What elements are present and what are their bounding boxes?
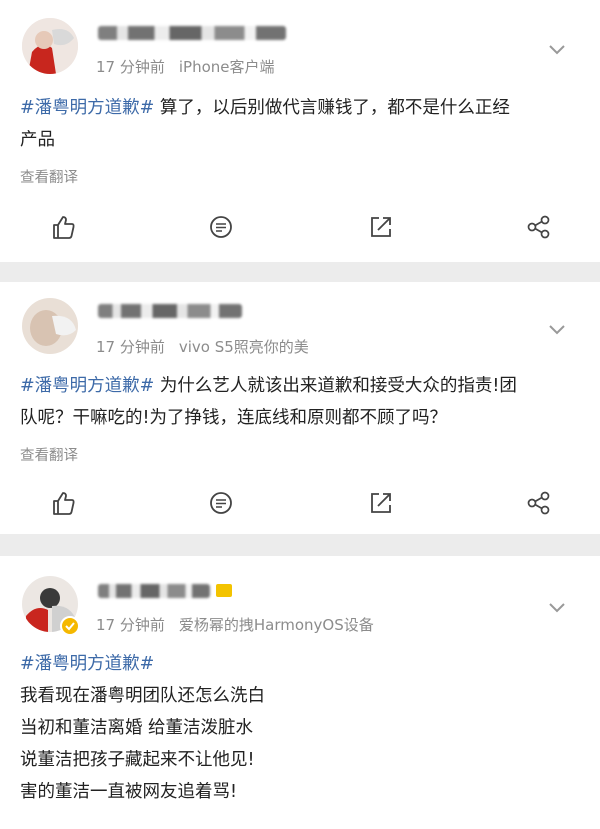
username-redacted bbox=[98, 304, 242, 318]
username-redacted bbox=[98, 26, 286, 40]
post-source: 爱杨幂的拽HarmonyOS设备 bbox=[178, 616, 374, 634]
comment-icon[interactable] bbox=[206, 212, 236, 242]
post-line: 产品 bbox=[20, 130, 55, 150]
hashtag-link[interactable]: #潘粤明方道歉# bbox=[20, 98, 154, 118]
post-text: #潘粤明方道歉# 我看现在潘粤明团队还怎么洗白 当初和董洁离婚 给董洁泼脏水 说… bbox=[20, 648, 576, 808]
post-time: 17 分钟前 bbox=[96, 338, 165, 356]
translate-link[interactable]: 查看翻译 bbox=[20, 444, 78, 465]
comment-icon[interactable] bbox=[206, 488, 236, 518]
post-text: #潘粤明方道歉# 为什么艺人就该出来道歉和接受大众的指责!团 队呢？干嘛吃的!为… bbox=[20, 370, 576, 434]
post-card-2: 17 分钟前 vivo S5照亮你的美 #潘粤明方道歉# 为什么艺人就该出来道歉和… bbox=[0, 282, 600, 534]
verified-badge-icon bbox=[60, 616, 80, 636]
repost-icon[interactable] bbox=[366, 212, 396, 242]
post-line: 为什么艺人就该出来道歉和接受大众的指责!团 bbox=[159, 376, 517, 396]
username-redacted bbox=[98, 584, 210, 598]
post-source: iPhone客户端 bbox=[178, 58, 275, 76]
thumbs-up-icon[interactable] bbox=[48, 212, 78, 242]
post-line: 队呢？干嘛吃的!为了挣钱，连底线和原则都不顾了吗？ bbox=[20, 408, 448, 428]
post-meta: 17 分钟前 爱杨幂的拽HarmonyOS设备 bbox=[96, 614, 388, 635]
post-line: 当初和董洁离婚 给董洁泼脏水 bbox=[20, 718, 254, 738]
avatar[interactable] bbox=[22, 18, 78, 74]
translate-link[interactable]: 查看翻译 bbox=[20, 166, 78, 187]
share-icon[interactable] bbox=[524, 488, 554, 518]
post-line: 算了，以后别做代言赚钱了，都不是什么正经 bbox=[159, 98, 510, 118]
post-time: 17 分钟前 bbox=[96, 616, 165, 634]
post-line: 我看现在潘粤明团队还怎么洗白 bbox=[20, 686, 265, 706]
thumbs-up-icon[interactable] bbox=[48, 488, 78, 518]
chevron-down-icon[interactable] bbox=[548, 324, 566, 336]
post-line: 害的董洁一直被网友追着骂! bbox=[20, 782, 238, 802]
hashtag-link[interactable]: #潘粤明方道歉# bbox=[20, 648, 576, 680]
post-time: 17 分钟前 bbox=[96, 58, 165, 76]
hashtag-link[interactable]: #潘粤明方道歉# bbox=[20, 376, 154, 396]
post-text: #潘粤明方道歉# 算了，以后别做代言赚钱了，都不是什么正经 产品 bbox=[20, 92, 576, 156]
chevron-down-icon[interactable] bbox=[548, 44, 566, 56]
action-bar bbox=[0, 488, 600, 518]
post-source: vivo S5照亮你的美 bbox=[178, 338, 309, 356]
repost-icon[interactable] bbox=[366, 488, 396, 518]
chevron-down-icon[interactable] bbox=[548, 602, 566, 614]
post-meta: 17 分钟前 iPhone客户端 bbox=[96, 56, 289, 77]
action-bar bbox=[0, 212, 600, 242]
member-icon bbox=[216, 584, 232, 597]
post-line: 说董洁把孩子藏起来不让他见! bbox=[20, 750, 255, 770]
post-meta: 17 分钟前 vivo S5照亮你的美 bbox=[96, 336, 323, 357]
avatar[interactable] bbox=[22, 298, 78, 354]
share-icon[interactable] bbox=[524, 212, 554, 242]
post-card-1: 17 分钟前 iPhone客户端 #潘粤明方道歉# 算了，以后别做代言赚钱了，都不… bbox=[0, 0, 600, 262]
post-card-3: 17 分钟前 爱杨幂的拽HarmonyOS设备 #潘粤明方道歉# 我看现在潘粤明团… bbox=[0, 556, 600, 829]
